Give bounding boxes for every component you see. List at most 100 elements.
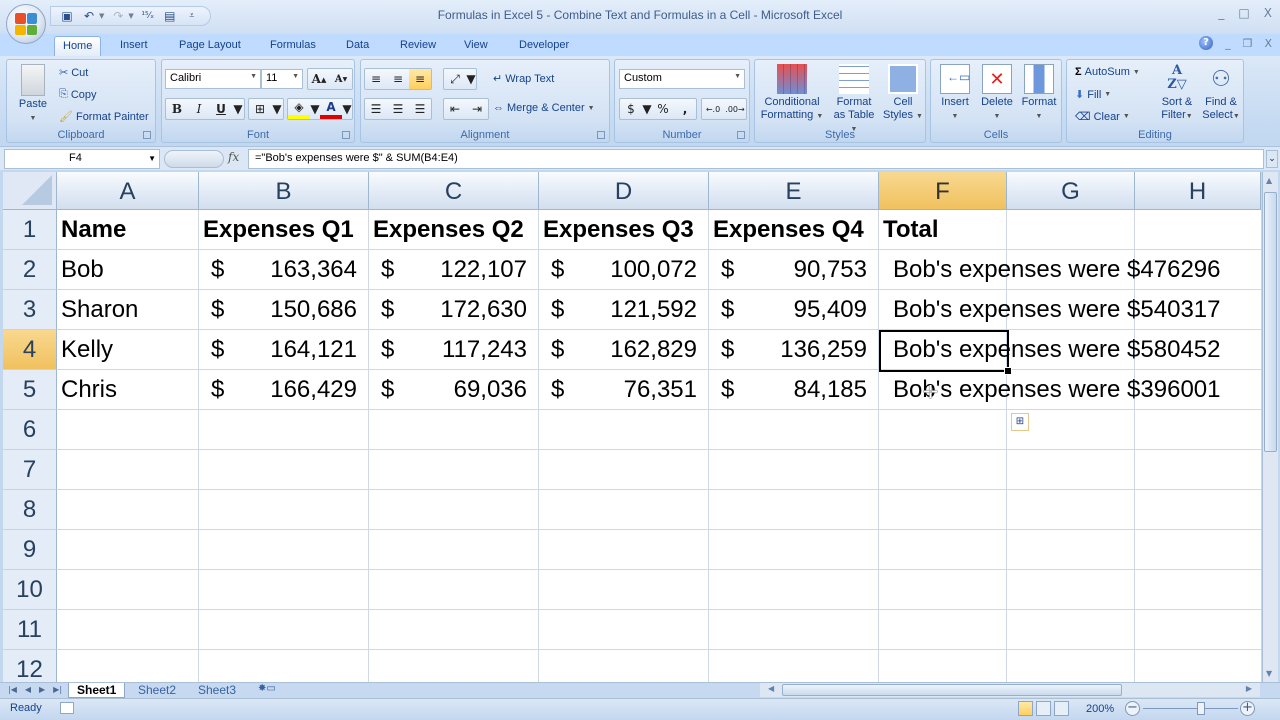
- increase-indent-icon[interactable]: ⇥: [466, 99, 488, 119]
- expense-cell-q2[interactable]: $172,630: [369, 290, 539, 330]
- name-cell[interactable]: Sharon: [61, 290, 138, 330]
- name-box[interactable]: F4 ▼: [4, 149, 160, 169]
- header-cell-e[interactable]: Expenses Q4: [713, 210, 864, 250]
- name-cell[interactable]: Chris: [61, 370, 117, 410]
- expense-cell-q3[interactable]: $162,829: [539, 330, 709, 370]
- expense-cell-q1[interactable]: $166,429: [199, 370, 369, 410]
- expense-cell-q4[interactable]: $136,259: [709, 330, 879, 370]
- grow-font-icon[interactable]: A ▲: [308, 69, 330, 89]
- column-header-g[interactable]: G: [1007, 172, 1135, 210]
- total-cell[interactable]: Bob's expenses were $476296: [893, 250, 1220, 290]
- orientation-button[interactable]: ⤢ ▼: [443, 68, 477, 90]
- select-all-button[interactable]: [3, 172, 57, 210]
- minimize-button[interactable]: _: [1218, 6, 1224, 20]
- cut-button[interactable]: ✂ Cut: [59, 66, 88, 80]
- expense-cell-q2[interactable]: $117,243: [369, 330, 539, 370]
- customize-icon[interactable]: ⩡: [184, 8, 200, 24]
- auto-fill-options-icon[interactable]: ⊞: [1011, 413, 1029, 431]
- column-header-h[interactable]: H: [1135, 172, 1261, 210]
- header-cell-a[interactable]: Name: [61, 210, 126, 250]
- tab-page-layout[interactable]: Page Layout: [171, 36, 249, 56]
- horizontal-scrollbar[interactable]: ◀ ▶: [760, 683, 1260, 697]
- header-cell-c[interactable]: Expenses Q2: [373, 210, 524, 250]
- total-cell[interactable]: Bob's expenses were $540317: [893, 290, 1220, 330]
- autosum-button[interactable]: Σ AutoSum ▼: [1075, 66, 1140, 78]
- delete-cells-button[interactable]: ✕ Delete ▼: [977, 64, 1017, 123]
- page-break-view-icon[interactable]: [1054, 701, 1069, 716]
- decrease-decimal-icon[interactable]: .00→: [724, 99, 746, 119]
- font-color-icon[interactable]: A: [320, 99, 342, 119]
- next-sheet-icon[interactable]: ▶: [39, 685, 45, 694]
- row-header-7[interactable]: 7: [3, 450, 57, 490]
- font-color-dropdown[interactable]: ▼: [342, 99, 352, 119]
- find-select-button[interactable]: ⚇ Find & Select▼: [1199, 64, 1243, 123]
- save-icon[interactable]: ▣: [59, 8, 75, 24]
- wrap-text-button[interactable]: ↵ Wrap Text: [493, 72, 554, 86]
- spelling-icon[interactable]: ¹⁵⁄ₓ: [140, 8, 156, 24]
- increase-decimal-icon[interactable]: ←.0: [702, 99, 724, 119]
- scroll-down-icon[interactable]: ▼: [1266, 669, 1272, 678]
- conditional-formatting-button[interactable]: Conditional Formatting ▼: [757, 64, 827, 123]
- zoom-in-icon[interactable]: +: [1240, 701, 1255, 716]
- scroll-left-icon[interactable]: ◀: [768, 684, 774, 693]
- row-header-11[interactable]: 11: [3, 610, 57, 650]
- row-header-8[interactable]: 8: [3, 490, 57, 530]
- italic-button[interactable]: I: [188, 99, 210, 119]
- help-icon[interactable]: ?: [1199, 36, 1214, 50]
- clear-button[interactable]: ⌫ Clear ▼: [1075, 110, 1130, 124]
- bottom-align-icon[interactable]: ≡: [409, 69, 431, 89]
- number-launcher-icon[interactable]: [737, 131, 745, 139]
- expense-cell-q4[interactable]: $84,185: [709, 370, 879, 410]
- fill-button[interactable]: ⬇ Fill ▼: [1075, 88, 1111, 102]
- sheet-tab-sheet1[interactable]: Sheet1: [68, 683, 126, 698]
- zoom-level[interactable]: 200%: [1086, 703, 1114, 715]
- expense-cell-q2[interactable]: $122,107: [369, 250, 539, 290]
- tab-data[interactable]: Data: [338, 36, 377, 56]
- formula-bar-splitter[interactable]: [164, 150, 224, 168]
- vertical-scroll-thumb[interactable]: [1264, 192, 1277, 452]
- alignment-launcher-icon[interactable]: [597, 131, 605, 139]
- comma-button[interactable]: ,: [674, 99, 696, 119]
- scroll-up-icon[interactable]: ▲: [1266, 176, 1272, 185]
- prev-sheet-icon[interactable]: ◀: [25, 685, 31, 694]
- formula-input[interactable]: ="Bob's expenses were $" & SUM(B4:E4): [248, 149, 1264, 169]
- zoom-slider-thumb[interactable]: [1197, 702, 1205, 715]
- number-format-select[interactable]: Custom ▼: [619, 69, 745, 89]
- align-right-icon[interactable]: ☰: [409, 99, 431, 119]
- format-cells-button[interactable]: Format ▼: [1019, 64, 1059, 123]
- font-size-select[interactable]: 11 ▼: [261, 69, 303, 89]
- insert-sheet-icon[interactable]: ✸▭: [250, 683, 284, 698]
- row-header-12[interactable]: 12: [3, 650, 57, 682]
- decrease-indent-icon[interactable]: ⇤: [444, 99, 466, 119]
- row-header-5[interactable]: 5: [3, 370, 57, 410]
- font-launcher-icon[interactable]: [342, 131, 350, 139]
- format-as-table-button[interactable]: Format as Table ▼: [829, 64, 879, 136]
- tab-formulas[interactable]: Formulas: [262, 36, 324, 56]
- name-cell[interactable]: Kelly: [61, 330, 113, 370]
- currency-button[interactable]: $: [620, 99, 642, 119]
- name-cell[interactable]: Bob: [61, 250, 104, 290]
- row-header-1[interactable]: 1: [3, 210, 57, 250]
- column-header-d[interactable]: D: [539, 172, 709, 210]
- row-header-2[interactable]: 2: [3, 250, 57, 290]
- workbook-restore-button[interactable]: ❐: [1243, 37, 1253, 50]
- tab-review[interactable]: Review: [392, 36, 444, 56]
- vertical-scrollbar[interactable]: ▲ ▼: [1262, 172, 1278, 682]
- print-preview-icon[interactable]: ▤: [162, 8, 178, 24]
- insert-function-icon[interactable]: fx: [228, 150, 239, 164]
- expense-cell-q4[interactable]: $95,409: [709, 290, 879, 330]
- tab-view[interactable]: View: [456, 36, 496, 56]
- expense-cell-q1[interactable]: $150,686: [199, 290, 369, 330]
- column-header-e[interactable]: E: [709, 172, 879, 210]
- clipboard-launcher-icon[interactable]: [143, 131, 151, 139]
- column-header-b[interactable]: B: [199, 172, 369, 210]
- redo-icon[interactable]: ↷: [110, 8, 126, 24]
- currency-dropdown[interactable]: ▼: [642, 99, 652, 119]
- expense-cell-q1[interactable]: $164,121: [199, 330, 369, 370]
- percent-button[interactable]: %: [652, 99, 674, 119]
- top-align-icon[interactable]: ≡: [365, 69, 387, 89]
- align-left-icon[interactable]: ☰: [365, 99, 387, 119]
- sheet-tab-sheet2[interactable]: Sheet2: [130, 683, 184, 698]
- tab-insert[interactable]: Insert: [112, 36, 156, 56]
- fill-color-dropdown[interactable]: ▼: [310, 99, 320, 119]
